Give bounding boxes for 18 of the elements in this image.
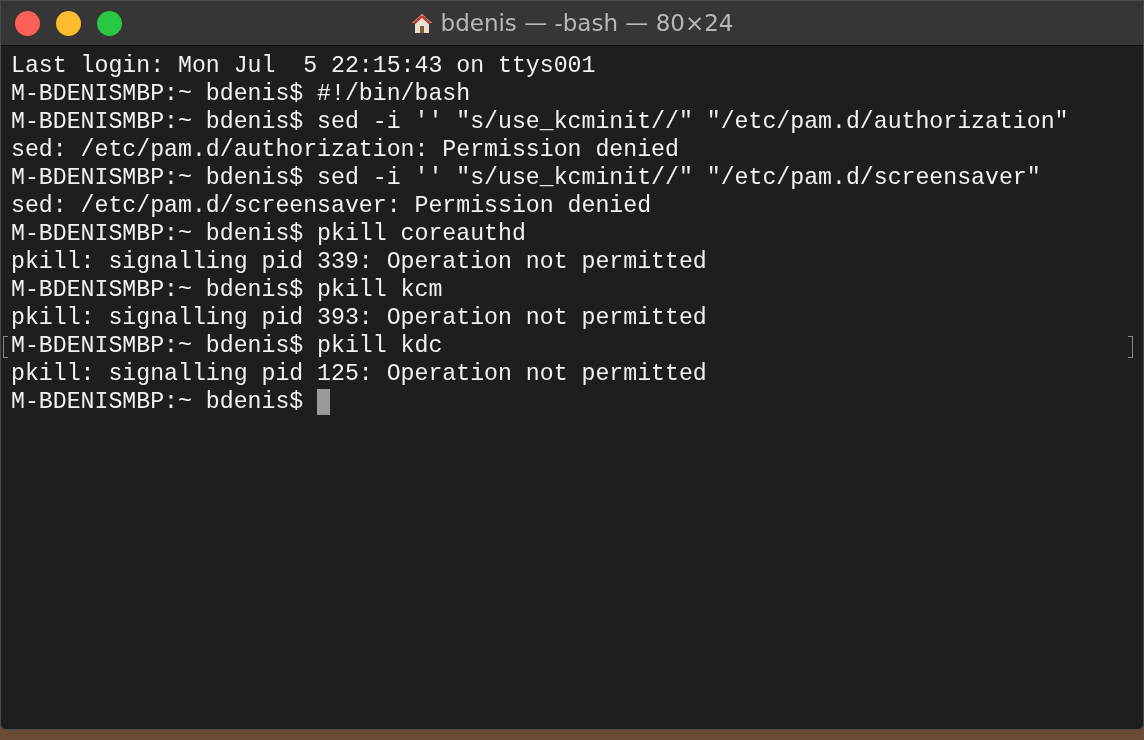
terminal-line: M-BDENISMBP:~ bdenis$ sed -i '' "s/use_kcminit//" "/etc/pam.d/screensaver" bbox=[11, 164, 1041, 192]
terminal-line: M-BDENISMBP:~ bdenis$ sed -i '' "s/use_kcminit//" "/etc/pam.d/authorization" bbox=[11, 108, 1069, 136]
terminal-line: M-BDENISMBP:~ bdenis$ pkill coreauthd bbox=[11, 220, 526, 248]
house-icon bbox=[410, 12, 433, 34]
terminal-line: sed: /etc/pam.d/authorization: Permission denied bbox=[11, 136, 679, 164]
zoom-button[interactable] bbox=[97, 10, 122, 36]
terminal-line: pkill: signalling pid 339: Operation not permitted bbox=[11, 248, 707, 276]
terminal-line: M-BDENISMBP:~ bdenis$ bbox=[11, 388, 304, 416]
terminal-line: pkill: signalling pid 393: Operation not permitted bbox=[11, 304, 707, 332]
terminal-line: M-BDENISMBP:~ bdenis$ pkill kcm bbox=[11, 276, 443, 304]
close-button[interactable] bbox=[15, 10, 40, 36]
minimize-button[interactable] bbox=[56, 10, 81, 36]
terminal-line: M-BDENISMBP:~ bdenis$ pkill kdc bbox=[11, 332, 443, 360]
terminal-line: Last login: Mon Jul 5 22:15:43 on ttys001 bbox=[11, 52, 596, 80]
terminal-line: M-BDENISMBP:~ bdenis$ #!/bin/bash bbox=[11, 80, 471, 108]
window-title: bdenis — -bash — 80×24 bbox=[440, 10, 734, 36]
terminal-line: sed: /etc/pam.d/screensaver: Permission denied bbox=[11, 192, 652, 220]
terminal-line: pkill: signalling pid 125: Operation not permitted bbox=[11, 360, 707, 388]
